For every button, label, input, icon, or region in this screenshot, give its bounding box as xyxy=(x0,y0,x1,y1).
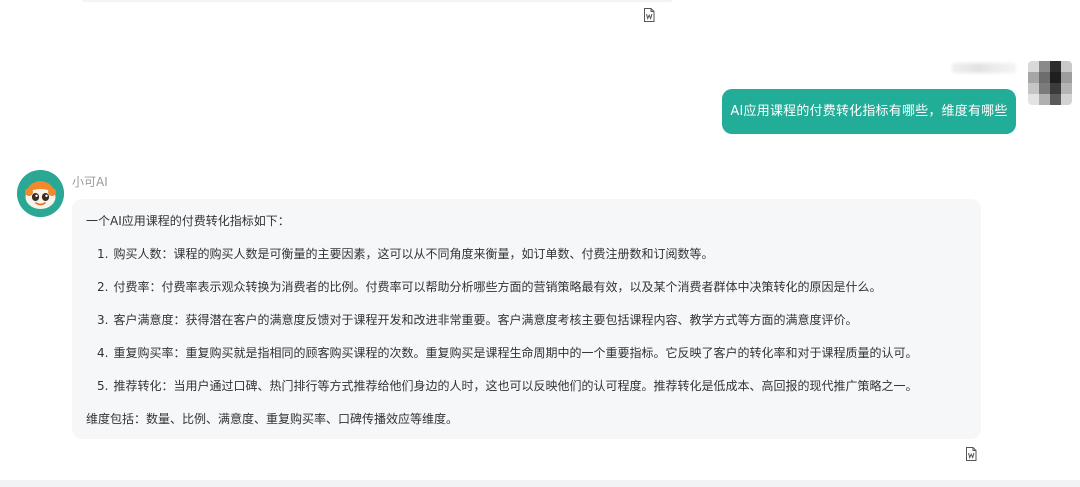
assistant-metric-list: 1. 购买人数：课程的购买人数是可衡量的主要因素，这可以从不同角度来衡量，如订单数… xyxy=(86,244,967,396)
assistant-intro: 一个AI应用课程的付费转化指标如下： xyxy=(86,214,290,228)
user-avatar xyxy=(1028,61,1072,105)
document-icon[interactable] xyxy=(965,447,977,461)
document-icon[interactable] xyxy=(643,8,655,22)
assistant-name: 小可AI xyxy=(72,175,108,189)
list-item: 5. 推荐转化：当用户通过口碑、热门排行等方式推荐给他们身边的人时，这也可以反映他… xyxy=(97,379,918,393)
previous-message-card xyxy=(82,0,672,2)
assistant-avatar xyxy=(17,170,64,217)
list-item: 3. 客户满意度：获得潜在客户的满意度反馈对于课程开发和改进非常重要。客户满意度考… xyxy=(97,313,858,327)
user-message-bubble: AI应用课程的付费转化指标有哪些，维度有哪些 xyxy=(722,89,1016,134)
user-name-blurred xyxy=(952,63,1016,73)
list-item: 2. 付费率：付费率表示观众转换为消费者的比例。付费率可以帮助分析哪些方面的营销策… xyxy=(97,280,882,294)
assistant-message-bubble: 一个AI应用课程的付费转化指标如下： 1. 购买人数：课程的购买人数是可衡量的主要… xyxy=(72,199,981,439)
input-area-edge xyxy=(0,480,1080,487)
list-item: 1. 购买人数：课程的购买人数是可衡量的主要因素，这可以从不同角度来衡量，如订单数… xyxy=(97,247,714,261)
list-item: 4. 重复购买率：重复购买就是指相同的顾客购买课程的次数。重复购买是课程生命周期中… xyxy=(97,346,918,360)
assistant-summary: 维度包括：数量、比例、满意度、重复购买率、口碑传播效应等维度。 xyxy=(86,412,459,426)
